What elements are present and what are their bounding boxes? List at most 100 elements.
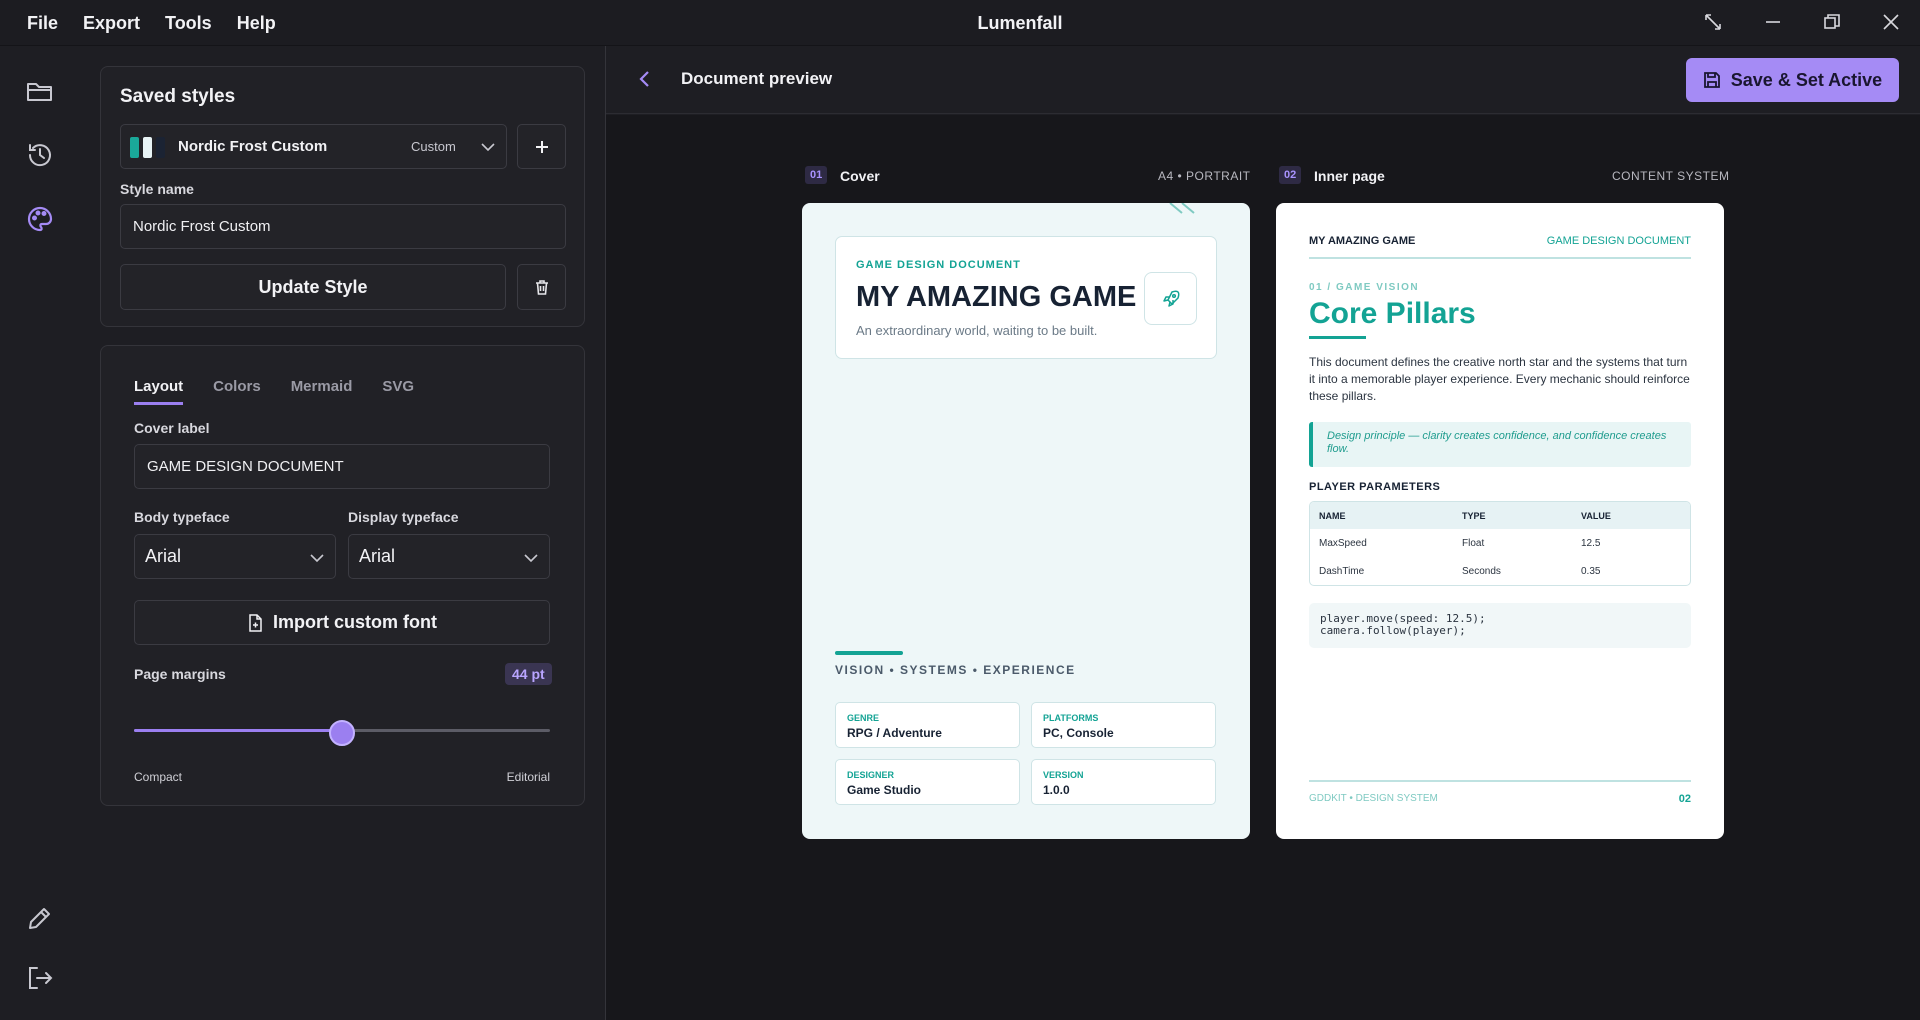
display-typeface-label: Display typeface [348, 509, 459, 525]
slider-handle[interactable] [329, 720, 355, 746]
plus-icon [536, 141, 548, 153]
display-typeface-value: Arial [359, 546, 396, 566]
table-cell: 12.5 [1581, 538, 1601, 549]
chevron-down-icon [523, 550, 538, 564]
restore-icon[interactable] [1821, 11, 1843, 33]
body-typeface-value: Arial [145, 546, 182, 566]
table-header-cell: TYPE [1462, 511, 1486, 521]
style-select-name: Nordic Frost Custom [178, 138, 328, 155]
inner-page[interactable]: MY AMAZING GAME GAME DESIGN DOCUMENT 01 … [1276, 203, 1724, 839]
table-cell: 0.35 [1581, 566, 1601, 577]
meta-value: PC, Console [1043, 726, 1114, 740]
swatch-background [143, 137, 152, 158]
logout-icon[interactable] [25, 963, 55, 993]
style-select[interactable]: Nordic Frost Custom Custom [120, 124, 507, 169]
parameters-table: NAME TYPE VALUE MaxSpeed Float 12.5 Dash… [1309, 501, 1691, 586]
cover-page-meta: A4 • PORTRAIT [1158, 169, 1251, 183]
design-quote: Design principle — clarity creates confi… [1309, 422, 1691, 467]
page-margins-label: Page margins [134, 666, 226, 682]
rocket-icon [1144, 272, 1197, 325]
table-title: PLAYER PARAMETERS [1309, 481, 1441, 493]
meta-card-designer: DESIGNER Game Studio [835, 759, 1020, 805]
body-typeface-select[interactable]: Arial [134, 534, 336, 579]
table-header-cell: NAME [1319, 511, 1346, 521]
meta-key: GENRE [847, 713, 880, 723]
cover-accent-bar [835, 651, 903, 655]
table-cell: DashTime [1319, 566, 1365, 577]
meta-key: DESIGNER [847, 770, 895, 780]
add-style-button[interactable] [517, 124, 566, 169]
section-label: 01 / GAME VISION [1309, 282, 1420, 293]
body-paragraph: This document defines the creative north… [1309, 355, 1690, 403]
title-bar: File Export Tools Help Lumenfall [0, 0, 1920, 46]
margins-min-label: Compact [134, 770, 183, 784]
meta-key: VERSION [1043, 770, 1084, 780]
page-margins-value: 44 pt [505, 663, 552, 685]
inner-header-right: GAME DESIGN DOCUMENT [1546, 235, 1691, 247]
resize-icon[interactable] [1702, 11, 1724, 33]
settings-tabs: Layout Colors Mermaid SVG [134, 378, 444, 405]
save-set-active-button[interactable]: Save & Set Active [1686, 58, 1899, 102]
style-name-label: Style name [120, 181, 194, 197]
preview-title: Document preview [681, 69, 833, 88]
meta-value: Game Studio [847, 783, 922, 797]
meta-card-version: VERSION 1.0.0 [1031, 759, 1216, 805]
table-cell: Float [1462, 538, 1485, 549]
footer-page-number: 02 [1678, 793, 1691, 805]
back-chevron-icon[interactable] [636, 69, 654, 89]
cover-page[interactable]: GAME DESIGN DOCUMENT MY AMAZING GAME An … [802, 203, 1250, 839]
style-select-tag: Custom [411, 139, 456, 154]
cover-label-title: Cover label [134, 420, 210, 436]
close-icon[interactable] [1880, 11, 1902, 33]
margins-max-label: Editorial [506, 770, 550, 784]
inner-page-label: Inner page [1314, 168, 1385, 184]
folder-icon[interactable] [25, 76, 55, 106]
tab-svg[interactable]: SVG [382, 378, 414, 405]
code-block: player.move(speed: 12.5); camera.follow(… [1309, 603, 1691, 648]
footer-divider [1309, 780, 1691, 782]
style-name-input[interactable]: Nordic Frost Custom [120, 204, 566, 249]
meta-value: 1.0.0 [1043, 783, 1070, 797]
table-header-cell: VALUE [1581, 511, 1611, 521]
trash-icon [535, 280, 548, 295]
cover-title-card: GAME DESIGN DOCUMENT MY AMAZING GAME An … [835, 236, 1217, 359]
minimize-icon[interactable] [1762, 11, 1784, 33]
app-title: Lumenfall [977, 13, 1063, 33]
nav-rail [0, 46, 82, 1020]
delete-style-button[interactable] [517, 264, 566, 310]
header-divider [1309, 257, 1691, 259]
cover-label-input[interactable]: GAME DESIGN DOCUMENT [134, 444, 550, 489]
history-icon[interactable] [25, 140, 55, 170]
pencil-icon[interactable] [25, 903, 55, 933]
save-icon [1703, 72, 1720, 88]
table-header: NAME TYPE VALUE [1310, 502, 1690, 529]
cover-doc-label: GAME DESIGN DOCUMENT [856, 259, 1021, 271]
meta-card-platforms: PLATFORMS PC, Console [1031, 702, 1216, 748]
saved-styles-panel: Saved styles Nordic Frost Custom Custom … [100, 66, 585, 327]
import-font-button[interactable]: Import custom font [134, 600, 550, 645]
chevron-down-icon [309, 550, 324, 564]
import-font-label: Import custom font [273, 612, 437, 632]
tab-mermaid[interactable]: Mermaid [291, 378, 353, 405]
palette-icon[interactable] [25, 204, 55, 234]
cover-title: MY AMAZING GAME [856, 281, 1137, 313]
tab-layout[interactable]: Layout [134, 378, 184, 405]
cover-page-label: Cover [840, 168, 880, 184]
cover-tagline: VISION • SYSTEMS • EXPERIENCE [835, 663, 1076, 677]
swatch-primary [130, 137, 139, 158]
table-row: DashTime Seconds 0.35 [1310, 557, 1690, 585]
update-style-button[interactable]: Update Style [120, 264, 506, 310]
table-cell: Seconds [1462, 566, 1501, 577]
save-set-active-label: Save & Set Active [1730, 69, 1883, 90]
chevron-down-icon [480, 139, 495, 153]
corner-decoration-icon [1169, 203, 1195, 214]
meta-card-genre: GENRE RPG / Adventure [835, 702, 1020, 748]
tab-colors[interactable]: Colors [213, 378, 261, 405]
meta-value: RPG / Adventure [847, 726, 942, 740]
inner-page-meta: CONTENT SYSTEM [1612, 169, 1730, 183]
page-number-badge: 02 [1279, 166, 1302, 184]
saved-styles-heading: Saved styles [120, 86, 236, 107]
body-typeface-label: Body typeface [134, 509, 230, 525]
display-typeface-select[interactable]: Arial [348, 534, 550, 579]
file-icon [249, 613, 262, 632]
